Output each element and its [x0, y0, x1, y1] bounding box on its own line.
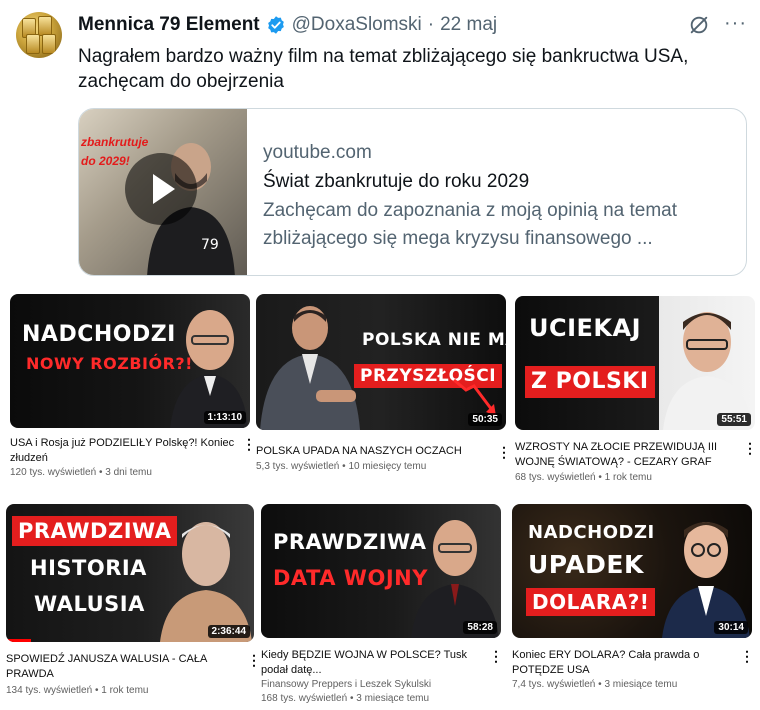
- thumbnail-text: PRAWDZIWA: [12, 516, 178, 546]
- play-button-icon[interactable]: [125, 153, 197, 225]
- person-silhouette-icon: [170, 310, 248, 428]
- meta-separator: •: [598, 472, 602, 483]
- svg-text:79: 79: [201, 237, 219, 253]
- card-body: youtube.com Świat zbankrutuje do roku 20…: [263, 141, 733, 253]
- video-age: 3 miesiące temu: [604, 679, 678, 690]
- video-views: 68 tys. wyświetleń: [515, 472, 596, 483]
- video-menu-icon[interactable]: ⋮: [247, 653, 261, 667]
- gold-bar-icon: [26, 34, 40, 54]
- video-meta: 5,3 tys. wyświetleń • 10 miesięcy temu: [256, 460, 426, 474]
- video-thumbnail[interactable]: NADCHODZI UPADEK DOLARA?! 30:14: [512, 504, 752, 638]
- thumbnail-text: UPADEK: [528, 550, 644, 579]
- video-card: UCIEKAJ Z POLSKI 55:51 WZROSTY NA ZŁOCIE…: [515, 296, 757, 483]
- thumbnail-text: PRAWDZIWA: [273, 530, 427, 554]
- more-options-icon[interactable]: ···: [724, 13, 748, 36]
- card-domain: youtube.com: [263, 142, 372, 163]
- video-channel[interactable]: Finansowy Preppers i Leszek Sykulski: [261, 678, 431, 692]
- video-meta: 168 tys. wyświetleń • 3 miesiące temu: [261, 692, 429, 706]
- author-avatar[interactable]: [16, 12, 62, 58]
- video-views: 134 tys. wyświetleń: [6, 685, 93, 696]
- thumbnail-text: HISTORIA: [30, 556, 147, 580]
- video-age: 10 miesięcy temu: [348, 461, 427, 472]
- meta-separator: •: [349, 693, 354, 704]
- video-thumbnail[interactable]: PRAWDZIWA HISTORIA WALUSIA 2:36:44: [6, 504, 254, 642]
- video-age: 1 rok temu: [604, 472, 652, 483]
- link-preview-card[interactable]: zbankrutuje do 2029! 79 youtube.com Świa…: [78, 108, 747, 276]
- card-title: Świat zbankrutuje do roku 2029: [263, 171, 530, 192]
- grok-slash-circle-icon[interactable]: [688, 14, 710, 36]
- thumbnail-text: DATA WOJNY: [273, 566, 428, 590]
- video-thumbnail[interactable]: NADCHODZI NOWY ROZBIÓR?! 1:13:10: [10, 294, 250, 428]
- video-thumbnail[interactable]: UCIEKAJ Z POLSKI 55:51: [515, 296, 755, 430]
- video-thumbnail[interactable]: PRAWDZIWA DATA WOJNY 58:28: [261, 504, 501, 638]
- tweet-text: Nagrałem bardzo ważny film na temat zbli…: [78, 46, 689, 92]
- video-duration: 58:28: [463, 621, 497, 634]
- tweet: Mennica 79 Element @DoxaSlomski · 22 maj…: [0, 0, 760, 288]
- video-age: 3 dni temu: [105, 467, 152, 478]
- card-description: Zachęcam do zapoznania z moją opinią na …: [263, 200, 678, 249]
- video-duration: 55:51: [717, 413, 751, 426]
- author-name[interactable]: Mennica 79 Element: [78, 14, 260, 36]
- thumbnail-text: Z POLSKI: [525, 366, 655, 398]
- meta-separator: •: [94, 685, 99, 696]
- video-card: NADCHODZI NOWY ROZBIÓR?! 1:13:10 USA i R…: [10, 294, 256, 478]
- watch-progress-bar: [6, 639, 31, 642]
- thumbnail-text: NADCHODZI: [528, 522, 655, 543]
- video-title[interactable]: SPOWIEDŹ JANUSZA WALUSIA - CAŁA PRAWDA: [6, 652, 238, 682]
- gold-bar-icon: [42, 34, 56, 54]
- video-duration: 50:35: [468, 413, 502, 426]
- meta-separator: •: [98, 467, 103, 478]
- video-title[interactable]: Kiedy BĘDZIE WOJNA W POLSCE? Tusk podał …: [261, 648, 481, 678]
- video-menu-icon[interactable]: ⋮: [489, 649, 503, 663]
- video-duration: 30:14: [714, 621, 748, 634]
- video-menu-icon[interactable]: ⋮: [242, 437, 256, 451]
- video-views: 120 tys. wyświetleń: [10, 467, 97, 478]
- video-title[interactable]: Koniec ERY DOLARA? Cała prawda o POTĘDZE…: [512, 648, 730, 678]
- verified-badge-icon: [267, 16, 284, 34]
- person-silhouette-icon: [411, 520, 499, 638]
- person-silhouette-icon: [160, 522, 252, 642]
- video-card: NADCHODZI UPADEK DOLARA?! 30:14 Koniec E…: [512, 504, 754, 690]
- video-meta: 134 tys. wyświetleń • 1 rok temu: [6, 684, 148, 698]
- video-menu-icon[interactable]: ⋮: [740, 649, 754, 663]
- video-duration: 2:36:44: [207, 625, 250, 638]
- video-thumbnail[interactable]: POLSKA NIE MA PRZYSZŁOŚCI 50:35: [256, 294, 506, 430]
- person-silhouette-icon: [663, 312, 753, 430]
- gold-bar-icon: [38, 16, 52, 36]
- video-meta: 68 tys. wyświetleń • 1 rok temu: [515, 471, 652, 485]
- thumbnail-text: DOLARA?!: [526, 588, 656, 616]
- video-menu-icon[interactable]: ⋮: [743, 441, 757, 455]
- tweet-date[interactable]: 22 maj: [440, 14, 497, 36]
- video-card: PRAWDZIWA DATA WOJNY 58:28 Kiedy BĘDZIE …: [261, 504, 503, 704]
- tweet-header: Mennica 79 Element @DoxaSlomski · 22 maj: [78, 12, 497, 38]
- thumbnail-text: UCIEKAJ: [529, 314, 642, 342]
- person-silhouette-icon: [662, 522, 750, 638]
- video-card: POLSKA NIE MA PRZYSZŁOŚCI 50:35 POLSKA U…: [256, 294, 511, 472]
- video-meta: 7,4 tys. wyświetleń • 3 miesiące temu: [512, 678, 677, 692]
- video-title[interactable]: POLSKA UPADA NA NASZYCH OCZACH: [256, 444, 492, 459]
- video-title[interactable]: USA i Rosja już PODZIELIŁY Polskę?! Koni…: [10, 436, 236, 466]
- meta-separator: •: [342, 461, 346, 472]
- author-handle[interactable]: @DoxaSlomski: [292, 14, 422, 36]
- video-views: 7,4 tys. wyświetleń: [512, 679, 596, 690]
- video-age: 3 miesiące temu: [356, 693, 430, 704]
- person-silhouette-icon: [260, 306, 360, 430]
- thumbnail-text: NADCHODZI: [22, 322, 176, 347]
- video-title[interactable]: WZROSTY NA ZŁOCIE PRZEWIDUJĄ III WOJNĘ Ś…: [515, 440, 735, 470]
- video-menu-icon[interactable]: ⋮: [497, 445, 511, 459]
- video-duration: 1:13:10: [203, 411, 246, 424]
- thumbnail-text: POLSKA NIE MA: [362, 330, 506, 350]
- video-views: 168 tys. wyświetleń: [261, 693, 348, 704]
- meta-separator: •: [598, 679, 602, 690]
- card-thumbnail: zbankrutuje do 2029! 79: [79, 109, 247, 275]
- video-card: PRAWDZIWA HISTORIA WALUSIA 2:36:44 SPOWI…: [6, 504, 261, 696]
- video-views: 5,3 tys. wyświetleń: [256, 461, 340, 472]
- thumbnail-text: WALUSIA: [34, 592, 145, 616]
- video-meta: 120 tys. wyświetleń • 3 dni temu: [10, 466, 152, 480]
- video-age: 1 rok temu: [101, 685, 149, 696]
- header-separator: ·: [427, 14, 435, 35]
